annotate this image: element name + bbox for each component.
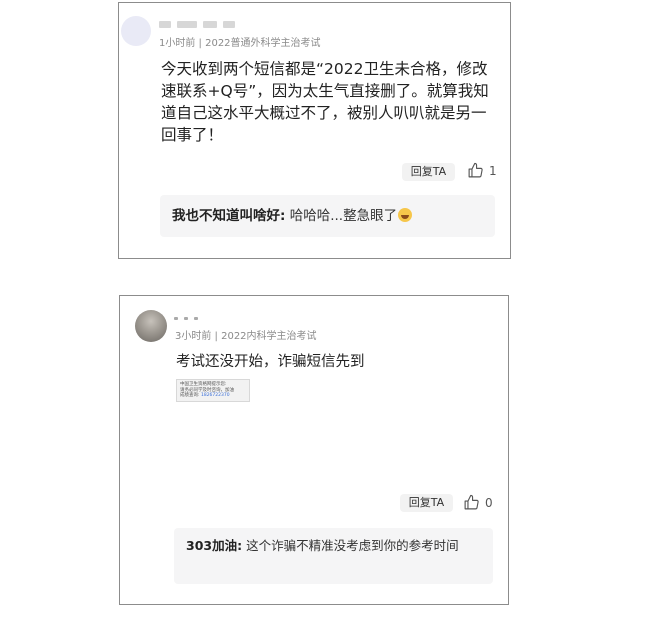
laughing-emoji-icon [398, 208, 413, 222]
comment-card: 1小时前 | 2022普通外科学主治考试 今天收到两个短信都是“2022卫生未合… [118, 2, 511, 259]
user-avatar[interactable] [121, 16, 151, 46]
comment-meta: 3小时前 | 2022内科学主治考试 [175, 331, 317, 342]
username-redacted[interactable] [159, 20, 235, 29]
sms-line: 成绩查询: 1826722370 [180, 393, 246, 399]
comment-card: 3小时前 | 2022内科学主治考试 考试还没开始，诈骗短信先到 中国卫生资格网… [119, 295, 509, 605]
reply-text: 哈哈哈...整急眼了 [285, 208, 398, 224]
reply-box: 303加油: 这个诈骗不精准没考虑到你的参考时间 [174, 528, 493, 584]
sms-link: 1826722370 [200, 393, 230, 398]
user-avatar[interactable] [135, 310, 167, 342]
reply-text: 这个诈骗不精准没考虑到你的参考时间 [242, 538, 459, 553]
comment-meta: 1小时前 | 2022普通外科学主治考试 [159, 38, 321, 49]
sms-screenshot-thumbnail[interactable]: 中国卫生资格网提示您: 请务必同学及时咨询，加油 成绩查询: 182672237… [176, 379, 250, 402]
thumbs-up-icon [464, 494, 479, 510]
reply-author[interactable]: 303加油: [186, 538, 242, 553]
like-count: 1 [489, 163, 497, 178]
reply-box: 我也不知道叫啥好: 哈哈哈...整急眼了 [160, 195, 495, 237]
username-redacted[interactable] [174, 314, 198, 323]
reply-button[interactable]: 回复TA [400, 494, 453, 512]
sms-label: 成绩查询: [180, 393, 200, 398]
comment-text: 今天收到两个短信都是“2022卫生未合格，修改速联系+Q号”，因为太生气直接删了… [161, 60, 489, 144]
like-button[interactable]: 1 [467, 162, 497, 179]
comment-text: 考试还没开始，诈骗短信先到 [176, 354, 365, 370]
like-count: 0 [485, 495, 493, 510]
reply-author[interactable]: 我也不知道叫啥好: [172, 208, 285, 224]
reply-button[interactable]: 回复TA [402, 163, 455, 181]
thumbs-up-icon [468, 162, 483, 178]
like-button[interactable]: 0 [463, 494, 493, 511]
